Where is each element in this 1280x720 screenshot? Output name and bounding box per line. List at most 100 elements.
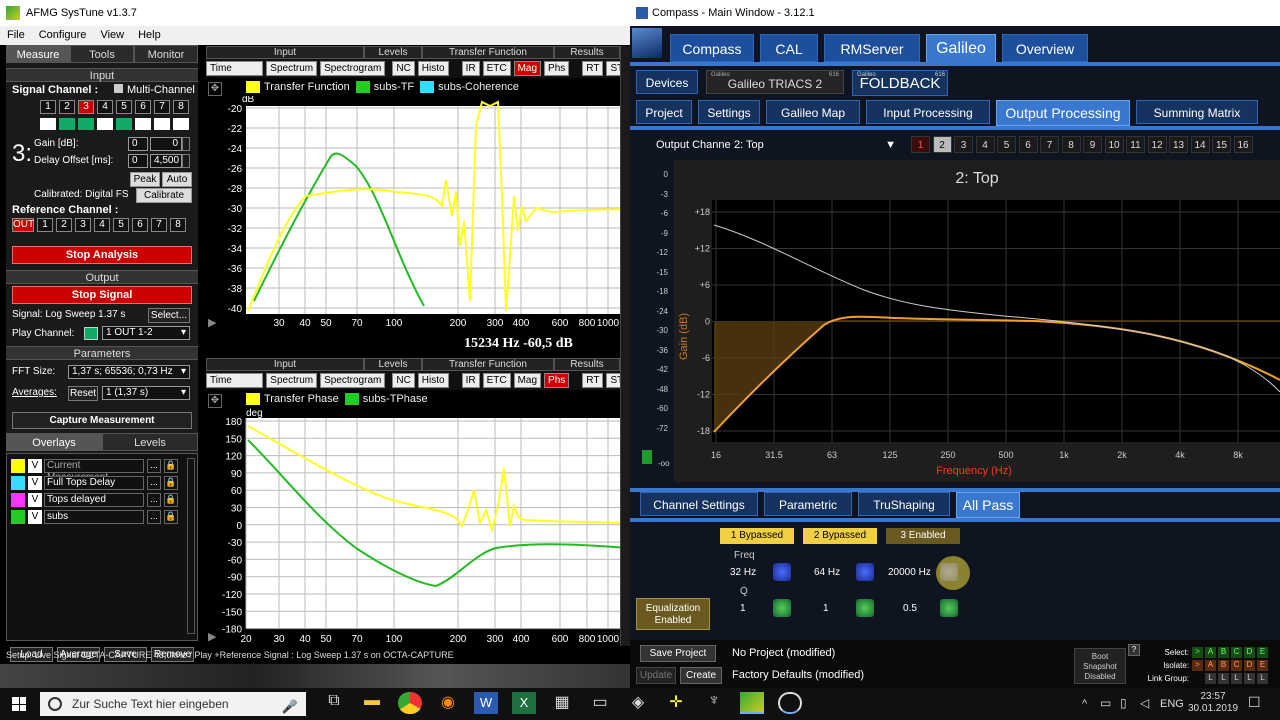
boot-snapshot-status[interactable]: Boot Snapshot Disabled (1074, 648, 1126, 684)
gain-input-b[interactable]: 0 (150, 137, 182, 151)
enable-3-button[interactable]: 3 Enabled (886, 528, 960, 544)
isolate-all-icon[interactable]: > (1192, 660, 1203, 671)
app-bird-icon[interactable]: ♆ (702, 692, 726, 714)
more-icon[interactable]: ... (147, 476, 161, 490)
gain-spinner[interactable] (182, 137, 190, 151)
tab-all-pass[interactable]: All Pass (956, 492, 1020, 518)
output-channel-16[interactable]: 16 (1233, 136, 1253, 153)
legend-item[interactable]: Transfer Phase (246, 393, 339, 406)
visible-toggle[interactable]: V (28, 493, 42, 507)
signal-ch-2[interactable]: 2 (59, 100, 75, 114)
ref-ch-8[interactable]: 8 (170, 218, 186, 232)
output-channel-14[interactable]: 14 (1190, 136, 1210, 153)
app-tree-icon[interactable]: ✛ (664, 692, 688, 714)
tab-measure[interactable]: Measure (6, 45, 70, 63)
link-c[interactable]: L (1231, 673, 1242, 684)
q-3-knob[interactable] (940, 599, 958, 617)
app-orange-icon[interactable]: ◉ (436, 692, 460, 714)
vertical-scrollbar[interactable] (620, 46, 630, 646)
equalization-enabled-button[interactable]: Equalization Enabled (636, 598, 710, 630)
menu-view[interactable]: View (93, 26, 131, 44)
output-channel-7[interactable]: 7 (1040, 136, 1059, 153)
language-indicator[interactable]: ENG (1160, 698, 1184, 710)
tab-rmserver[interactable]: RMServer (824, 34, 920, 62)
isolate-d[interactable]: D (1244, 660, 1255, 671)
isolate-c[interactable]: C (1231, 660, 1242, 671)
tray-chevron-icon[interactable]: ^ (1082, 698, 1087, 710)
terminal-icon[interactable]: ▭ (588, 692, 612, 714)
move-icon[interactable]: ✥ (208, 394, 222, 408)
overlay-row[interactable]: V Tops delayed... 🔒 (11, 492, 197, 508)
tab-parametric[interactable]: Parametric (764, 492, 852, 516)
output-channel-4[interactable]: 4 (975, 136, 995, 153)
word-icon[interactable]: W (474, 692, 498, 714)
output-channel-13[interactable]: 13 (1169, 136, 1188, 153)
menu-configure[interactable]: Configure (32, 26, 94, 44)
delay-input-b[interactable]: 4,500 (150, 154, 182, 168)
select-a[interactable]: A (1205, 647, 1216, 658)
compass-task-icon[interactable] (778, 692, 802, 714)
select-b[interactable]: B (1218, 647, 1229, 658)
more-icon[interactable]: ... (147, 459, 161, 473)
legend-item[interactable]: Transfer Function (246, 81, 350, 94)
phase-chart[interactable]: deg 1801501209060300-30-60-90-120-150-18… (206, 408, 630, 648)
reset-button[interactable]: Reset (68, 386, 98, 401)
mag-button[interactable]: Mag (513, 373, 542, 388)
ref-ch-2[interactable]: 2 (56, 218, 72, 232)
spectrum-button[interactable]: Spectrum (266, 61, 318, 76)
isolate-b[interactable]: B (1218, 660, 1229, 671)
app-pin-icon[interactable]: ◈ (626, 692, 650, 714)
overlay-row[interactable]: VCurrent Measurement...🔒 (11, 458, 197, 483)
tab-summing-matrix[interactable]: Summing Matrix (1136, 100, 1258, 124)
output-channel-2[interactable]: 2 (932, 136, 952, 153)
signal-ch-4[interactable]: 4 (97, 100, 113, 114)
ref-ch-3[interactable]: 3 (75, 218, 91, 232)
tab-trushaping[interactable]: TruShaping (858, 492, 950, 516)
devices-button[interactable]: Devices (636, 70, 698, 94)
select-d[interactable]: D (1244, 647, 1255, 658)
link-d[interactable]: L (1244, 673, 1255, 684)
multichannel-toggle[interactable]: Multi-Channel (114, 84, 195, 96)
legend-item[interactable]: subs-TF (355, 81, 414, 94)
legend-item[interactable]: subs-TPhase (344, 393, 428, 406)
isolate-e[interactable]: E (1257, 660, 1268, 671)
ref-out[interactable]: OUT (12, 218, 34, 232)
select-c[interactable]: C (1231, 647, 1242, 658)
device-tab-foldback[interactable]: Galileo FOLDBACK 616 (852, 70, 948, 96)
volume-icon[interactable]: ◁ (1140, 696, 1149, 710)
update-button[interactable]: Update (636, 667, 676, 684)
menu-file[interactable]: File (0, 26, 32, 44)
notification-icon[interactable]: ☐ (1248, 694, 1261, 711)
visible-toggle[interactable]: V (28, 510, 42, 524)
bypass-2-button[interactable]: 2 Bypassed (803, 528, 877, 544)
output-channel-5[interactable]: 5 (997, 136, 1016, 153)
tab-output-processing[interactable]: Output Processing (996, 100, 1130, 126)
move-icon[interactable]: ✥ (208, 82, 222, 96)
tab-overlays[interactable]: Overlays (6, 433, 102, 451)
clock[interactable]: 23:57 30.01.2019 (1188, 691, 1238, 715)
output-channel-8[interactable]: 8 (1061, 136, 1081, 153)
nc-button[interactable]: NC (392, 61, 415, 76)
capture-measurement-button[interactable]: Capture Measurement (12, 412, 192, 429)
tab-levels[interactable]: Levels (102, 433, 198, 451)
rt-button[interactable]: RT (582, 373, 604, 388)
peak-button[interactable]: Peak (130, 172, 160, 187)
network-icon[interactable]: ▭ (1100, 696, 1111, 710)
overlay-row[interactable]: Vsubs... 🔒 (11, 509, 197, 525)
tab-galileo[interactable]: Galileo (926, 34, 996, 64)
lock-icon[interactable]: 🔒 (164, 510, 178, 524)
lock-icon[interactable]: 🔒 (164, 493, 178, 507)
averages-select[interactable]: 1 (1,37 s) ▾ (102, 386, 190, 400)
time-signal-button[interactable]: Time Signal (206, 373, 264, 399)
tab-input-processing[interactable]: Input Processing (866, 100, 990, 124)
save-project-button[interactable]: Save Project (640, 645, 716, 662)
tab-settings[interactable]: Settings (698, 100, 760, 124)
menu-help[interactable]: Help (131, 26, 168, 44)
chrome-icon[interactable] (398, 692, 422, 714)
file-explorer-icon[interactable]: ▬ (360, 692, 384, 714)
phs-button[interactable]: Phs (544, 373, 570, 388)
overlay-scrollbar[interactable] (187, 458, 195, 634)
gain-input-a[interactable]: 0 (128, 137, 148, 151)
output-channel-select[interactable]: 2: Top ▼ (730, 136, 900, 154)
output-channel-11[interactable]: 11 (1126, 136, 1145, 153)
